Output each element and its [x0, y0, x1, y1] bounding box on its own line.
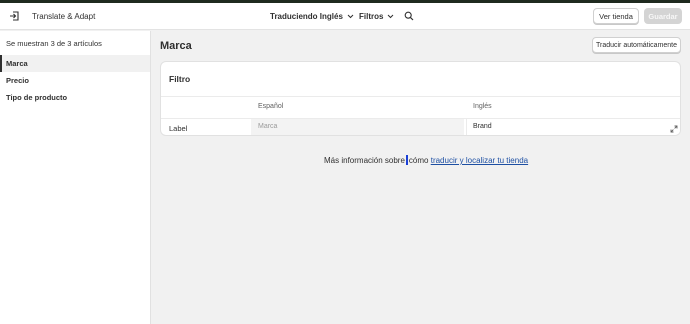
exit-icon[interactable] — [9, 11, 19, 21]
source-cell — [251, 119, 464, 135]
sidebar: Se muestran 3 de 3 artículos Marca Preci… — [0, 31, 151, 324]
filter-card: Filtro Español Inglés Label Marca Brand — [160, 61, 681, 136]
divider — [161, 96, 680, 97]
search-icon[interactable] — [404, 11, 414, 21]
column-header-target: Inglés — [473, 103, 492, 110]
card-title: Filtro — [169, 74, 191, 84]
sidebar-item-tipo-de-producto[interactable]: Tipo de producto — [0, 89, 150, 106]
help-link[interactable]: traducir y localizar tu tienda — [431, 156, 528, 165]
expand-icon[interactable] — [670, 125, 678, 133]
help-text: Más información sobre cómo traducir y loc… — [324, 155, 528, 165]
translation-input[interactable] — [466, 119, 680, 135]
chevron-down-icon — [347, 15, 354, 19]
language-select[interactable]: Traduciendo Inglés — [270, 12, 354, 21]
filters-label: Filtros — [359, 12, 384, 21]
view-store-button[interactable]: Ver tienda — [593, 8, 639, 24]
language-select-label: Traduciendo Inglés — [270, 12, 343, 21]
page-title: Marca — [160, 40, 192, 52]
translation-value: Brand — [473, 123, 492, 130]
row-label: Label — [169, 124, 188, 133]
save-button[interactable]: Guardar — [644, 8, 682, 24]
column-header-source: Español — [258, 103, 284, 110]
top-bar: Translate & Adapt Traduciendo Inglés Fil… — [0, 3, 690, 30]
sidebar-item-precio[interactable]: Precio — [0, 72, 150, 89]
chevron-down-icon — [388, 15, 394, 19]
app-title: Translate & Adapt — [32, 12, 96, 21]
help-text-after: cómo — [408, 156, 429, 165]
items-count: Se muestran 3 de 3 artículos — [6, 39, 102, 48]
sidebar-item-marca[interactable]: Marca — [0, 55, 150, 72]
auto-translate-button[interactable]: Traducir automáticamente — [592, 37, 681, 53]
filters-dropdown[interactable]: Filtros — [359, 12, 394, 21]
text-cursor — [405, 155, 408, 165]
help-text-before: Más información sobre — [324, 156, 405, 165]
source-value: Marca — [258, 123, 278, 130]
